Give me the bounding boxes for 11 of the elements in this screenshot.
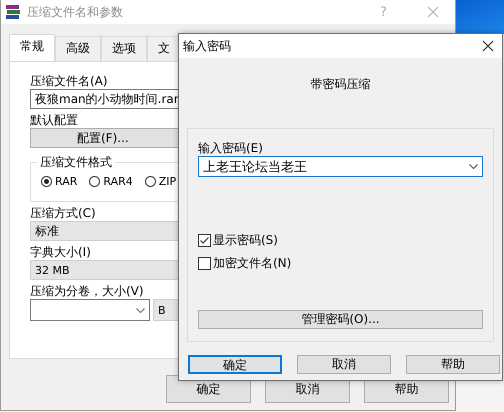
field-label: 压缩方式(C) [30,205,96,221]
group-title: 压缩文件格式 [37,154,115,171]
field-label: 压缩文件名(A) [30,73,108,89]
window-title: 压缩文件名和参数 [27,4,123,20]
window-title: 输入密码 [183,38,231,54]
field-label: 默认配置 [30,112,78,128]
dialog-heading: 带密码压缩 [310,76,372,93]
field-label: 输入密码(E) [198,140,264,156]
field-label: 压缩为分卷，大小(V) [30,283,144,299]
field-label: 字典大小(I) [30,244,91,260]
password-value: 上老王论坛当老王 [203,158,307,176]
